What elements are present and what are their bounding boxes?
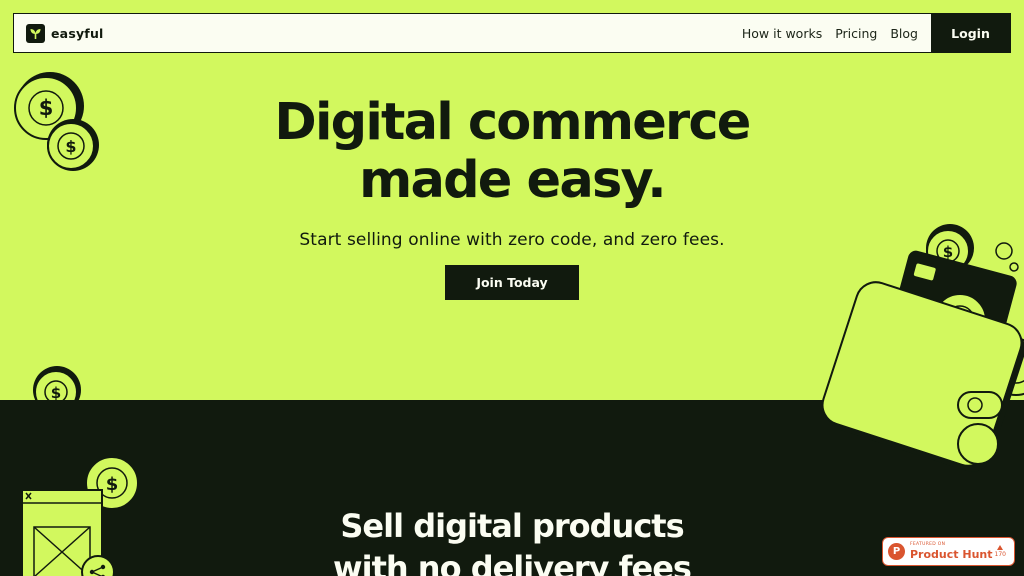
svg-text:$: $ (39, 96, 54, 120)
login-button[interactable]: Login (931, 14, 1010, 52)
top-navbar: easyful How it works Pricing Blog Login (13, 13, 1011, 53)
product-hunt-icon: P (888, 543, 905, 560)
product-hunt-vote-count: 170 (994, 550, 1006, 558)
product-hunt-name: Product Hunt (910, 548, 993, 562)
nav-links: How it works Pricing Blog Login (742, 14, 1010, 52)
brand[interactable]: easyful (26, 23, 104, 43)
wallet-icon: $ $ (821, 224, 1024, 472)
section-title-line-1: Sell digital products (340, 507, 684, 545)
join-today-button[interactable]: Join Today (445, 265, 579, 300)
product-hunt-badge[interactable]: P FEATURED ON Product Hunt 170 (882, 537, 1015, 566)
brand-name: easyful (51, 25, 104, 41)
nav-link-blog[interactable]: Blog (890, 26, 918, 41)
section-title: Sell digital products with no delivery f… (0, 505, 1024, 576)
hero-title-line-2: made easy. (359, 151, 667, 210)
nav-link-how-it-works[interactable]: How it works (742, 26, 822, 41)
upvote-icon (997, 544, 1004, 550)
section-title-line-2: with no delivery fees (333, 549, 692, 576)
product-hunt-votes: 170 (994, 544, 1006, 559)
svg-text:$: $ (65, 137, 76, 156)
hero-title-line-1: Digital commerce (274, 93, 751, 152)
nav-link-pricing[interactable]: Pricing (835, 26, 877, 41)
sprout-icon (26, 23, 45, 43)
product-hunt-text: FEATURED ON Product Hunt (910, 541, 993, 562)
hero-title: Digital commerce made easy. (0, 94, 1024, 210)
dollar-coin-icon: $ (47, 119, 99, 171)
product-hunt-featured-label: FEATURED ON (910, 541, 946, 547)
